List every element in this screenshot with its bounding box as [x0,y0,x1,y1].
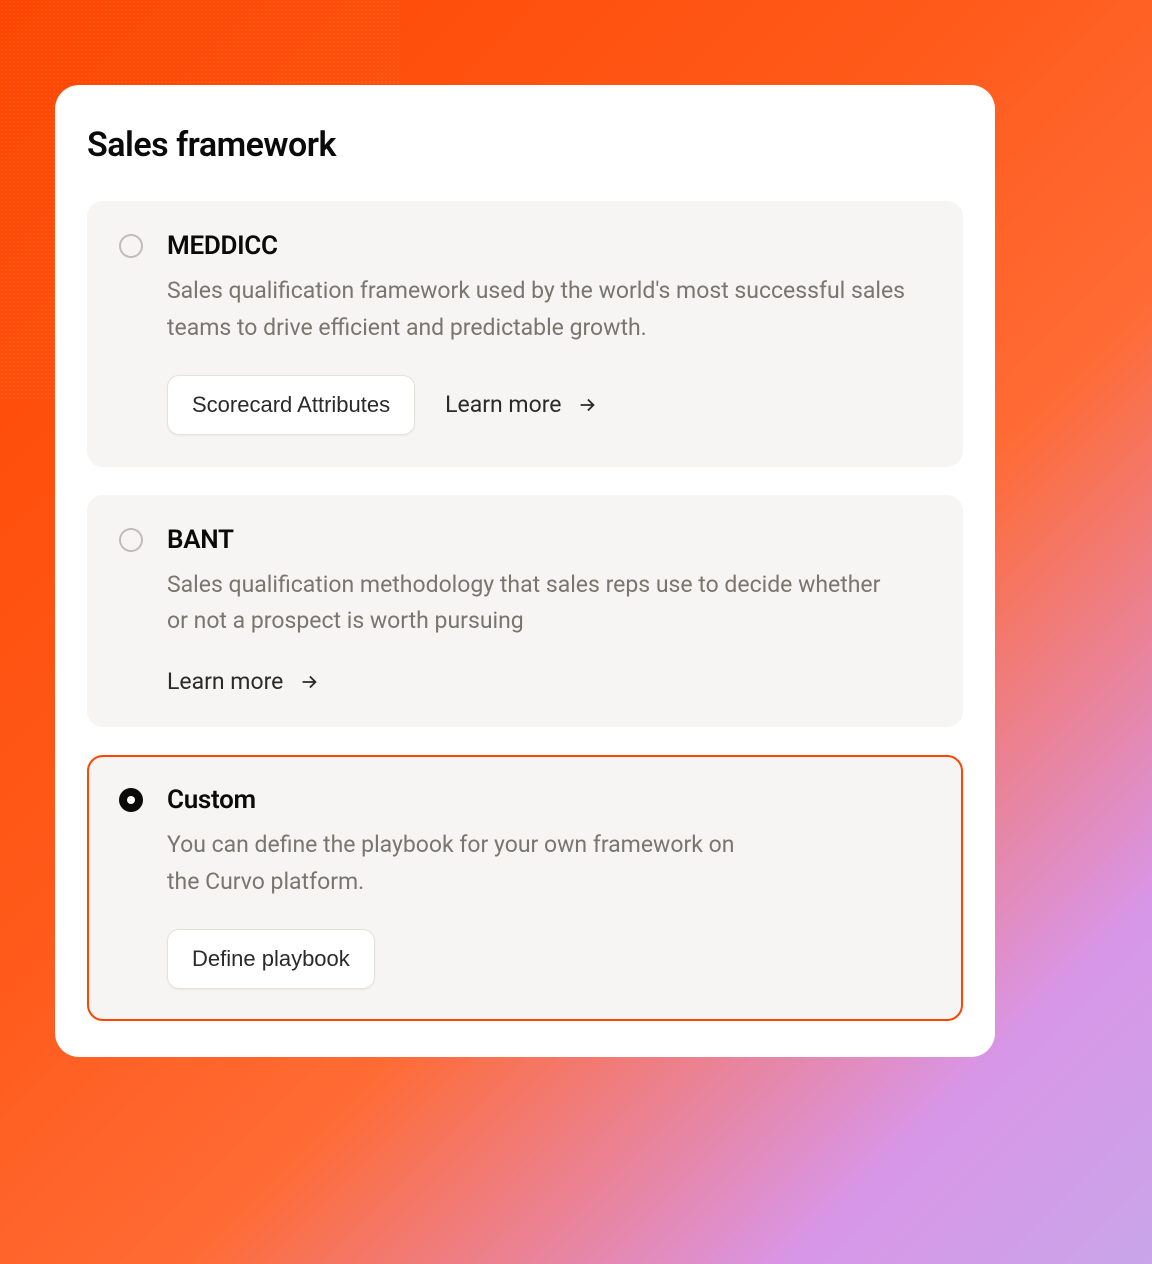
learn-more-label: Learn more [167,668,283,695]
option-content: BANT Sales qualification methodology tha… [167,525,931,696]
arrow-right-icon [297,670,321,694]
radio-custom[interactable] [119,788,143,812]
radio-bant[interactable] [119,528,143,552]
framework-option-bant[interactable]: BANT Sales qualification methodology tha… [87,495,963,728]
option-description: You can define the playbook for your own… [167,827,757,901]
define-playbook-button[interactable]: Define playbook [167,929,375,989]
option-title: BANT [167,525,931,555]
option-description: Sales qualification methodology that sal… [167,567,907,641]
option-actions: Define playbook [167,929,931,989]
option-title: MEDDICC [167,231,931,261]
option-title: Custom [167,785,931,815]
arrow-right-icon [575,393,599,417]
option-actions: Learn more [167,668,931,695]
sales-framework-card: Sales framework MEDDICC Sales qualificat… [55,85,995,1057]
learn-more-label: Learn more [445,391,561,418]
radio-meddicc[interactable] [119,234,143,258]
option-description: Sales qualification framework used by th… [167,273,907,347]
scorecard-attributes-button[interactable]: Scorecard Attributes [167,375,415,435]
option-content: Custom You can define the playbook for y… [167,785,931,989]
learn-more-link[interactable]: Learn more [167,668,321,695]
learn-more-link[interactable]: Learn more [445,391,599,418]
framework-option-custom[interactable]: Custom You can define the playbook for y… [87,755,963,1021]
card-title: Sales framework [87,125,963,165]
framework-option-meddicc[interactable]: MEDDICC Sales qualification framework us… [87,201,963,467]
option-actions: Scorecard Attributes Learn more [167,375,931,435]
option-content: MEDDICC Sales qualification framework us… [167,231,931,435]
